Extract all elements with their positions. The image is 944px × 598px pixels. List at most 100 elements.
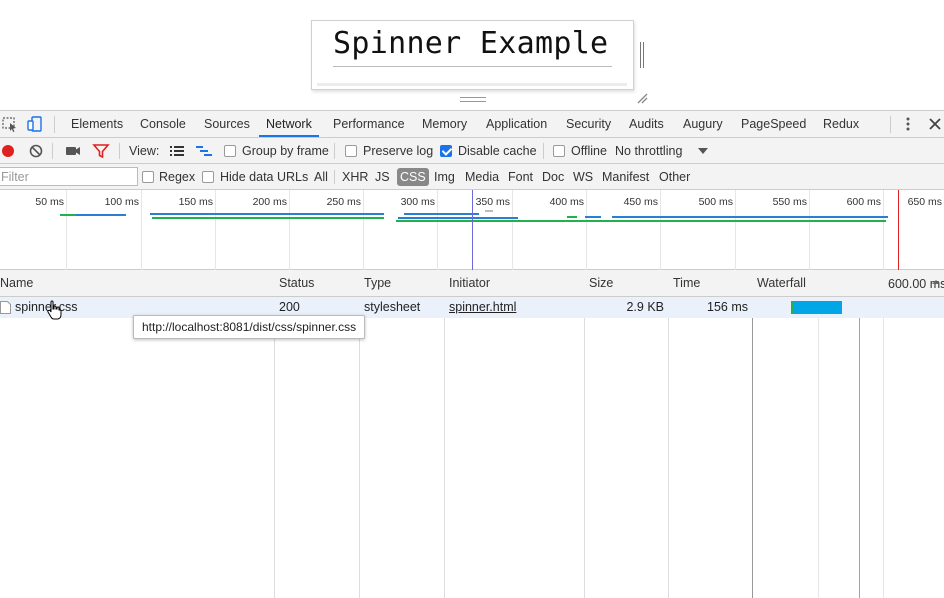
type-filter-font[interactable]: Font	[505, 168, 536, 186]
resize-grip-icon[interactable]	[636, 92, 648, 104]
waterfall-overview-icon[interactable]	[195, 142, 213, 160]
toolbar-separator	[52, 143, 53, 159]
tab-augury[interactable]: Augury	[682, 111, 724, 137]
overview-tick: 400 ms	[549, 196, 584, 208]
filter-input[interactable]	[0, 167, 138, 186]
disable-cache-checkbox[interactable]	[440, 145, 452, 157]
column-header-waterfall[interactable]: Waterfall	[757, 270, 806, 297]
regex-checkbox[interactable]	[142, 171, 154, 183]
tab-audits[interactable]: Audits	[628, 111, 665, 137]
tab-console[interactable]: Console	[139, 111, 187, 137]
overview-request-bar	[585, 216, 601, 218]
type-filter-manifest[interactable]: Manifest	[599, 168, 652, 186]
overview-tick: 100 ms	[104, 196, 139, 208]
hide-data-urls-label[interactable]: Hide data URLs	[220, 164, 308, 190]
device-toolbar-icon[interactable]	[26, 115, 44, 133]
throttling-select[interactable]: No throttling	[615, 138, 682, 164]
overview-gridline	[809, 190, 810, 270]
group-by-frame-checkbox[interactable]	[224, 145, 236, 157]
type-filter-js[interactable]: JS	[372, 168, 393, 186]
load-event-marker	[898, 190, 899, 270]
tab-separator	[890, 116, 891, 133]
filter-separator	[334, 170, 335, 184]
tab-memory[interactable]: Memory	[421, 111, 468, 137]
network-toolbar: View: Group by frame Preserve log Disabl…	[0, 138, 944, 164]
waterfall-dcl-marker	[859, 270, 860, 598]
close-icon[interactable]	[926, 115, 944, 133]
large-rows-icon[interactable]	[168, 142, 186, 160]
request-time: 156 ms	[707, 300, 748, 314]
overview-gridline	[66, 190, 67, 270]
overview-tick: 50 ms	[35, 196, 64, 208]
overview-gridline	[215, 190, 216, 270]
screenshot-camera-icon[interactable]	[64, 142, 82, 160]
devtools-resize-handle[interactable]	[460, 97, 486, 102]
overview-tick: 650 ms	[907, 196, 942, 208]
tab-pagespeed[interactable]: PageSpeed	[740, 111, 807, 137]
column-header-type[interactable]: Type	[364, 270, 391, 297]
card-bottom-bar	[317, 83, 627, 86]
disable-cache-label[interactable]: Disable cache	[458, 138, 537, 164]
tab-performance[interactable]: Performance	[332, 111, 406, 137]
type-filter-media[interactable]: Media	[462, 168, 502, 186]
filter-funnel-icon[interactable]	[92, 142, 110, 160]
column-header-initiator[interactable]: Initiator	[449, 270, 490, 297]
overview-request-bar	[150, 213, 384, 215]
toolbar-separator	[334, 143, 335, 159]
column-header-name[interactable]: Name	[0, 270, 33, 297]
waterfall-gridline	[883, 270, 884, 598]
tab-security[interactable]: Security	[565, 111, 612, 137]
overview-gridline	[586, 190, 587, 270]
waterfall-gridline	[818, 270, 819, 598]
record-icon[interactable]	[0, 142, 18, 160]
offline-checkbox[interactable]	[553, 145, 565, 157]
tab-elements[interactable]: Elements	[70, 111, 124, 137]
tab-separator	[54, 116, 55, 133]
overview-tick: 550 ms	[772, 196, 807, 208]
toolbar-separator	[119, 143, 120, 159]
overview-tick: 600 ms	[846, 196, 881, 208]
chevron-down-icon[interactable]	[694, 142, 712, 160]
preserve-log-label[interactable]: Preserve log	[363, 138, 433, 164]
table-header: Name Status Type Initiator Size Time Wat…	[0, 270, 944, 297]
devtools-panel: Elements Console Sources Network Perform…	[0, 110, 944, 598]
network-overview-timeline[interactable]: 50 ms 100 ms 150 ms 200 ms 250 ms 300 ms…	[0, 190, 944, 270]
tab-redux[interactable]: Redux	[822, 111, 860, 137]
hide-data-urls-checkbox[interactable]	[202, 171, 214, 183]
tab-application[interactable]: Application	[485, 111, 548, 137]
overview-tick: 150 ms	[178, 196, 213, 208]
clear-icon[interactable]	[27, 142, 45, 160]
overview-request-bar	[396, 220, 886, 222]
column-divider	[752, 270, 753, 598]
request-type: stylesheet	[364, 300, 421, 314]
column-header-size[interactable]: Size	[589, 270, 613, 297]
overview-request-bar	[612, 216, 888, 218]
column-header-time[interactable]: Time	[673, 270, 700, 297]
offline-label[interactable]: Offline	[571, 138, 607, 164]
inspect-element-icon[interactable]	[1, 115, 19, 133]
overview-request-bar	[152, 217, 384, 219]
regex-label[interactable]: Regex	[159, 164, 195, 190]
request-initiator-link[interactable]: spinner.html	[449, 297, 516, 318]
tab-sources[interactable]: Sources	[203, 111, 251, 137]
heading-underline	[333, 66, 612, 67]
type-filter-img[interactable]: Img	[431, 168, 458, 186]
type-filter-other[interactable]: Other	[656, 168, 693, 186]
filter-bar: Regex Hide data URLs All XHR JS CSS Img …	[0, 164, 944, 190]
group-by-frame-label[interactable]: Group by frame	[242, 138, 329, 164]
page-viewport: Spinner Example	[0, 0, 944, 110]
preserve-log-checkbox[interactable]	[345, 145, 357, 157]
file-icon	[0, 301, 11, 314]
type-filter-ws[interactable]: WS	[570, 168, 596, 186]
type-filter-all[interactable]: All	[311, 168, 331, 186]
overview-gridline	[289, 190, 290, 270]
waterfall-download-bar[interactable]	[793, 301, 842, 314]
overview-gridline	[660, 190, 661, 270]
more-options-icon[interactable]	[899, 115, 917, 133]
column-header-status[interactable]: Status	[279, 270, 314, 297]
type-filter-doc[interactable]: Doc	[539, 168, 567, 186]
overview-tick: 250 ms	[326, 196, 361, 208]
type-filter-css[interactable]: CSS	[397, 168, 429, 186]
type-filter-xhr[interactable]: XHR	[339, 168, 371, 186]
tab-network[interactable]: Network	[259, 111, 319, 137]
